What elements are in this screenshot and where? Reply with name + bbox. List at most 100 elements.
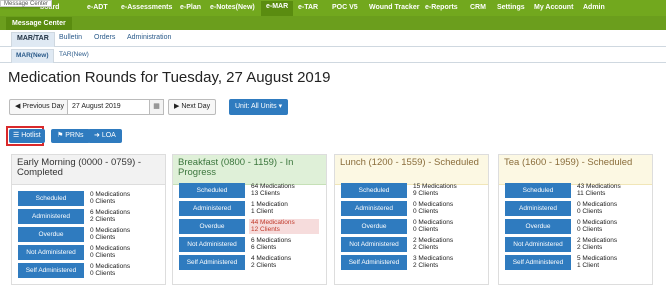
row-info: 5 Medications 1 Client xyxy=(575,255,645,270)
panel-row: Not Administered 6 Medications 6 Clients xyxy=(173,237,326,252)
prns-button[interactable]: ⚑ PRNs xyxy=(51,129,90,143)
row-info: 0 Medications 0 Clients xyxy=(88,227,158,242)
nav-item-poc-v5[interactable]: POC V5 xyxy=(332,4,358,11)
meds-count: 0 Medications xyxy=(90,191,131,198)
arrow-left-icon: ◀ xyxy=(15,103,21,110)
nav-item-e-reports[interactable]: e-Reports xyxy=(425,4,458,11)
panel-row: Not Administered 2 Medications 2 Clients xyxy=(335,237,488,252)
tab-orders[interactable]: Orders xyxy=(94,34,115,41)
meds-count: 43 Medications xyxy=(577,183,621,190)
tab-mar-tar[interactable]: MAR/TAR xyxy=(11,32,55,47)
message-center-link[interactable]: Message Center xyxy=(6,17,72,30)
overdue-button[interactable]: Overdue xyxy=(179,219,245,234)
caret-down-icon: ▾ xyxy=(278,103,283,110)
panel-row: Administered 1 Medication 1 Client xyxy=(173,201,326,216)
clients-count: 0 Clients xyxy=(90,198,116,205)
not-administered-button[interactable]: Not Administered xyxy=(341,237,407,252)
clients-count: 2 Clients xyxy=(413,262,439,269)
row-info: 6 Medications 2 Clients xyxy=(88,209,158,224)
overdue-button[interactable]: Overdue xyxy=(18,227,84,242)
subtab-tar-new[interactable]: TAR(New) xyxy=(59,51,89,58)
clients-count: 12 Clients xyxy=(251,226,280,233)
nav-item-e-mar[interactable]: e-MAR xyxy=(261,1,294,16)
clients-count: 1 Client xyxy=(251,208,274,215)
panel-row: Scheduled 64 Medications 13 Clients xyxy=(173,183,326,198)
administered-button[interactable]: Administered xyxy=(341,201,407,216)
next-day-button[interactable]: ▶ Next Day xyxy=(168,99,217,115)
calendar-icon[interactable]: ▦ xyxy=(149,100,163,114)
meds-count: 15 Medications xyxy=(413,183,457,190)
overdue-button[interactable]: Overdue xyxy=(505,219,571,234)
meds-count: 0 Medications xyxy=(577,219,618,226)
unit-dropdown[interactable]: Unit: All Units ▾ xyxy=(229,99,289,115)
clients-count: 11 Clients xyxy=(577,190,606,197)
nav-item-admin[interactable]: Admin xyxy=(583,4,605,11)
self-administered-button[interactable]: Self Administered xyxy=(341,255,407,270)
scheduled-button[interactable]: Scheduled xyxy=(341,183,407,198)
panel-row: Self Administered 0 Medications 0 Clients xyxy=(12,263,165,278)
scheduled-button[interactable]: Scheduled xyxy=(505,183,571,198)
next-day-label: Next Day xyxy=(181,103,211,110)
date-value: 27 August 2019 xyxy=(72,103,121,110)
administered-button[interactable]: Administered xyxy=(179,201,245,216)
self-administered-button[interactable]: Self Administered xyxy=(179,255,245,270)
panel-title: Breakfast (0800 - 1159) - In Progress xyxy=(173,155,326,185)
date-field[interactable]: 27 August 2019 ▦ xyxy=(67,99,164,115)
row-info: 0 Medications 0 Clients xyxy=(411,201,481,216)
nav-item-my-account[interactable]: My Account xyxy=(534,4,573,11)
clients-count: 2 Clients xyxy=(577,244,603,251)
list-icon: ☰ xyxy=(13,132,20,139)
tab-bar: MAR/TAR Bulletin Orders Administration xyxy=(0,32,666,47)
clients-count: 0 Clients xyxy=(413,226,439,233)
panel-row: Self Administered 3 Medications 2 Clients xyxy=(335,255,488,270)
tab-bulletin[interactable]: Bulletin xyxy=(59,34,82,41)
nav-item-e-adt[interactable]: e-ADT xyxy=(87,4,108,11)
loa-button[interactable]: ➜ LOA xyxy=(88,129,122,143)
panel-row: Self Administered 5 Medications 1 Client xyxy=(499,255,652,270)
clients-count: 0 Clients xyxy=(577,226,603,233)
meds-count: 44 Medications xyxy=(251,219,295,226)
nav-item-e-notes[interactable]: e-Notes(New) xyxy=(210,4,255,11)
nav-item-wound-tracker[interactable]: Wound Tracker xyxy=(369,4,419,11)
clients-count: 13 Clients xyxy=(251,190,280,197)
scheduled-button[interactable]: Scheduled xyxy=(179,183,245,198)
clients-count: 9 Clients xyxy=(413,190,439,197)
hotlist-button[interactable]: ☰ Hotlist xyxy=(9,129,45,143)
row-info-overdue: 44 Medications 12 Clients xyxy=(249,219,319,234)
nav-item-e-tar[interactable]: e-TAR xyxy=(298,4,318,11)
meds-count: 6 Medications xyxy=(251,237,292,244)
sub-nav: Message Center xyxy=(0,16,666,30)
previous-day-label: Previous Day xyxy=(22,103,64,110)
clients-count: 0 Clients xyxy=(90,270,116,277)
not-administered-button[interactable]: Not Administered xyxy=(179,237,245,252)
self-administered-button[interactable]: Self Administered xyxy=(18,263,84,278)
nav-item-e-assessments[interactable]: e-Assessments xyxy=(121,4,172,11)
meds-count: 2 Medications xyxy=(577,237,618,244)
row-info: 15 Medications 9 Clients xyxy=(411,183,481,198)
panel-row: Administered 0 Medications 0 Clients xyxy=(499,201,652,216)
page-title: Medication Rounds for Tuesday, 27 August… xyxy=(8,69,331,86)
row-info: 1 Medication 1 Client xyxy=(249,201,319,216)
panel-row: Self Administered 4 Medications 2 Clients xyxy=(173,255,326,270)
panel-row: Scheduled 43 Medications 11 Clients xyxy=(499,183,652,198)
panel-row: Administered 0 Medications 0 Clients xyxy=(335,201,488,216)
meds-count: 1 Medication xyxy=(251,201,288,208)
panel-row: Not Administered 0 Medications 0 Clients xyxy=(12,245,165,260)
hotlist-label: Hotlist xyxy=(21,132,41,139)
administered-button[interactable]: Administered xyxy=(505,201,571,216)
not-administered-button[interactable]: Not Administered xyxy=(18,245,84,260)
row-info: 0 Medications 0 Clients xyxy=(88,191,158,206)
administered-button[interactable]: Administered xyxy=(18,209,84,224)
nav-item-e-plan[interactable]: e-Plan xyxy=(180,4,201,11)
subtab-mar-new[interactable]: MAR(New) xyxy=(11,49,54,63)
row-info: 43 Medications 11 Clients xyxy=(575,183,645,198)
nav-item-settings[interactable]: Settings xyxy=(497,4,525,11)
overdue-button[interactable]: Overdue xyxy=(341,219,407,234)
scheduled-button[interactable]: Scheduled xyxy=(18,191,84,206)
self-administered-button[interactable]: Self Administered xyxy=(505,255,571,270)
tab-administration[interactable]: Administration xyxy=(127,34,171,41)
not-administered-button[interactable]: Not Administered xyxy=(505,237,571,252)
nav-item-crm[interactable]: CRM xyxy=(470,4,486,11)
meds-count: 0 Medications xyxy=(577,201,618,208)
previous-day-button[interactable]: ◀ Previous Day xyxy=(9,99,70,115)
